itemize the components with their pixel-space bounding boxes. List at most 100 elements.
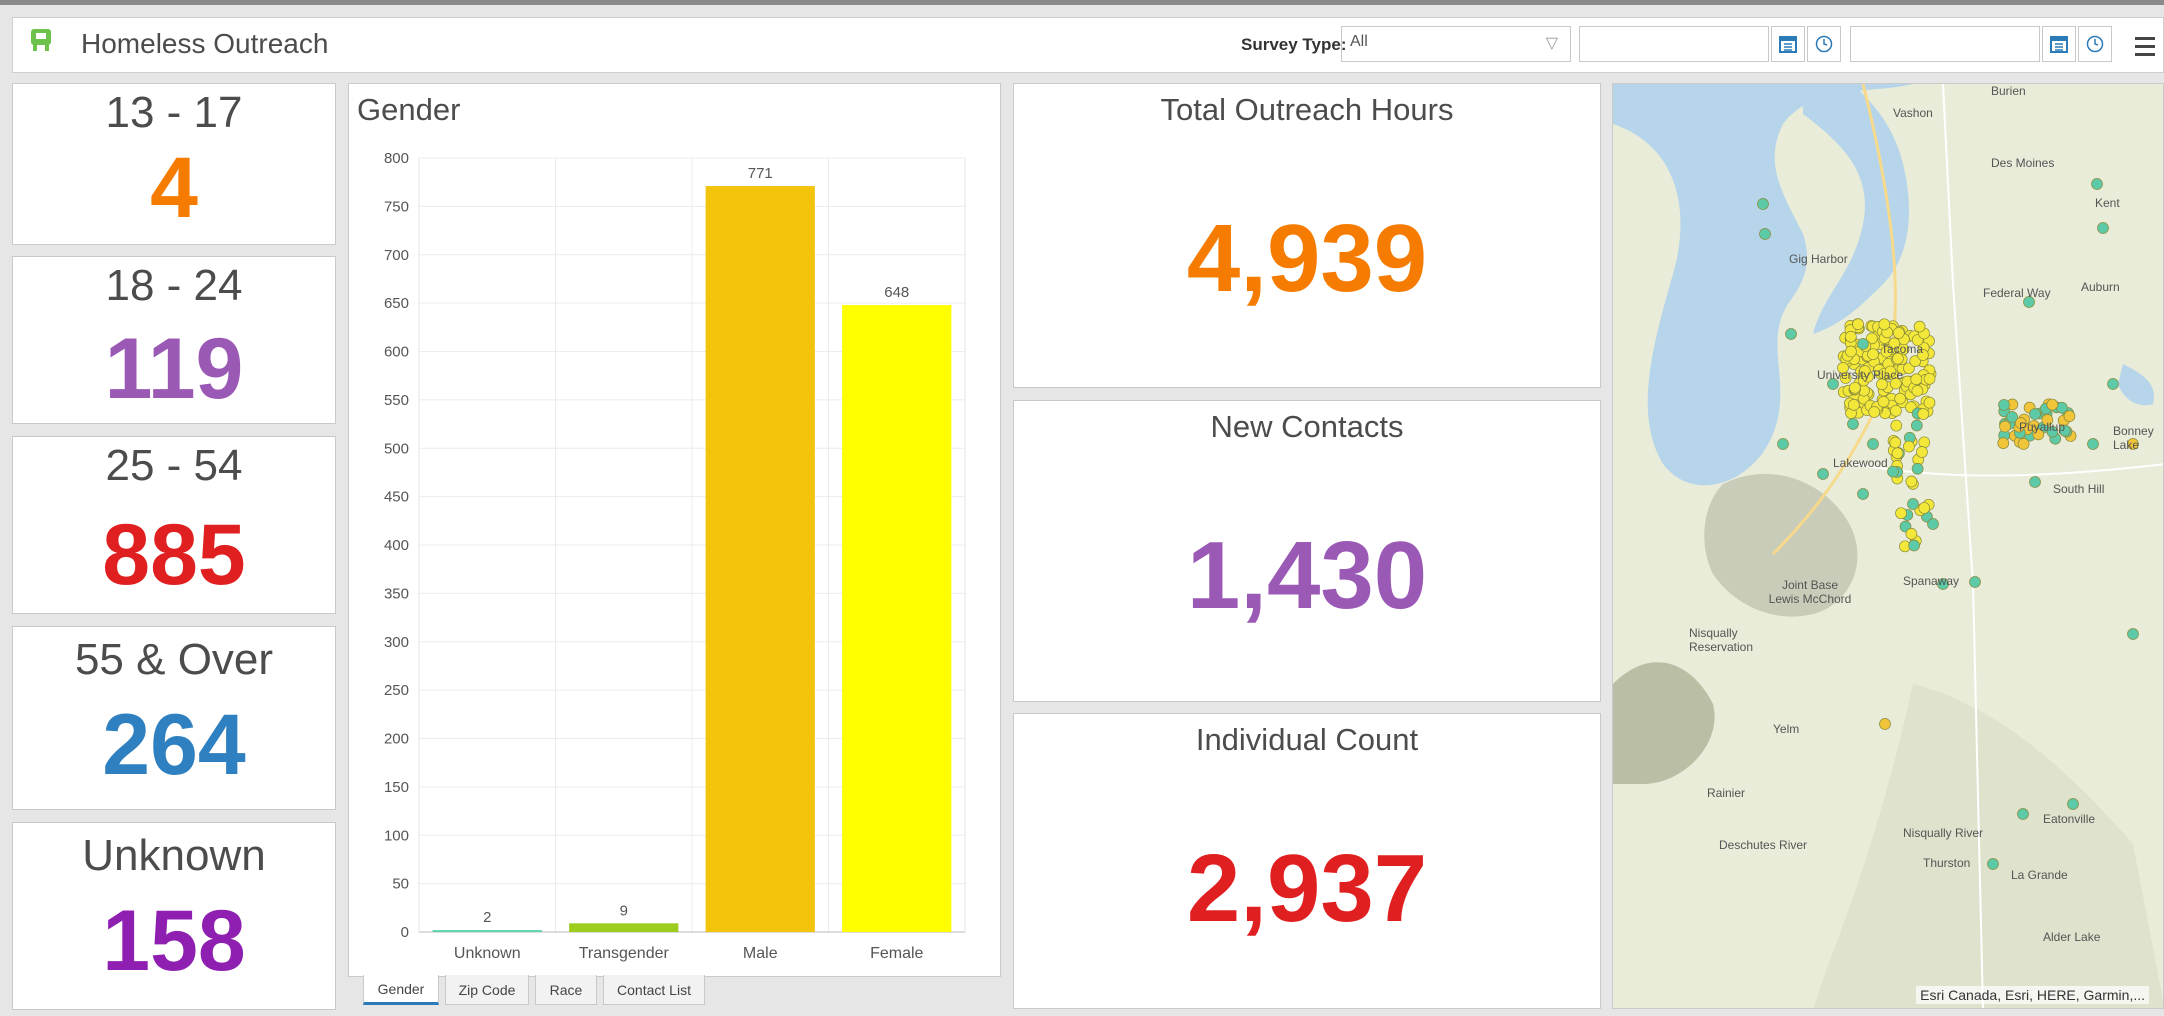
map-point-yellow[interactable] bbox=[1910, 373, 1923, 386]
map-point-yellow[interactable] bbox=[1844, 330, 1857, 343]
stat-label: New Contacts bbox=[1210, 409, 1404, 444]
map-point[interactable] bbox=[1895, 507, 1907, 520]
start-date-input[interactable] bbox=[1579, 26, 1769, 62]
end-date-input[interactable] bbox=[1850, 26, 2040, 62]
bar bbox=[569, 923, 679, 932]
outreach-map[interactable]: Burien Vashon Des Moines Kent Gig Harbor… bbox=[1612, 83, 2164, 1009]
map-point-teal[interactable] bbox=[2067, 798, 2079, 810]
map-point-yellow[interactable] bbox=[1923, 396, 1936, 409]
start-time-button[interactable] bbox=[1807, 26, 1841, 62]
map-point-yellow[interactable] bbox=[1911, 385, 1924, 397]
map-point[interactable] bbox=[1891, 447, 1904, 460]
map-basemap[interactable] bbox=[1613, 84, 2164, 1009]
y-tick-label: 750 bbox=[384, 198, 409, 215]
map-point[interactable] bbox=[2017, 438, 2030, 450]
map-point-teal[interactable] bbox=[2107, 378, 2119, 390]
map-point-yellow[interactable] bbox=[1890, 404, 1902, 417]
map-point-teal[interactable] bbox=[1907, 498, 1919, 510]
map-place-label: Lakewood bbox=[1833, 456, 1888, 470]
map-point[interactable] bbox=[1997, 437, 2010, 449]
tab-gender[interactable]: Gender bbox=[363, 975, 439, 1005]
map-point-teal[interactable] bbox=[1785, 328, 1797, 340]
map-place-label: Tacoma bbox=[1881, 342, 1924, 356]
map-point[interactable] bbox=[1918, 502, 1931, 514]
map-point[interactable] bbox=[1889, 436, 1902, 449]
age-indicator-unknown: Unknown 158 bbox=[12, 822, 336, 1010]
map-point-yellow[interactable] bbox=[1879, 718, 1891, 730]
end-calendar-button[interactable] bbox=[2042, 26, 2076, 62]
map-point-yellow[interactable] bbox=[1852, 318, 1864, 331]
map-point-teal[interactable] bbox=[2091, 178, 2103, 190]
age-label: 25 - 54 bbox=[105, 441, 243, 490]
map-point[interactable] bbox=[1890, 419, 1903, 432]
map-point-teal[interactable] bbox=[2127, 628, 2139, 640]
map-place-label: Eatonville bbox=[2043, 812, 2096, 826]
map-point[interactable] bbox=[1908, 539, 1920, 552]
map-point[interactable] bbox=[1887, 465, 1899, 478]
map-point-yellow[interactable] bbox=[1913, 320, 1926, 333]
map-point-yellow[interactable] bbox=[1877, 395, 1890, 408]
map-point[interactable] bbox=[1918, 436, 1931, 449]
stat-label: Total Outreach Hours bbox=[1160, 92, 1454, 127]
map-point-teal[interactable] bbox=[1847, 418, 1859, 430]
map-point-teal[interactable] bbox=[2097, 222, 2109, 234]
y-tick-label: 400 bbox=[384, 537, 409, 554]
tab-zip-code[interactable]: Zip Code bbox=[445, 975, 529, 1005]
map-point[interactable] bbox=[1916, 446, 1928, 458]
age-label: 55 & Over bbox=[74, 635, 274, 684]
map-point-yellow[interactable] bbox=[1868, 406, 1881, 418]
map-point[interactable] bbox=[1910, 419, 1923, 432]
map-point-yellow[interactable] bbox=[1892, 327, 1905, 339]
x-tick-label: Unknown bbox=[454, 945, 521, 962]
map-point[interactable] bbox=[2046, 398, 2059, 411]
menu-button[interactable] bbox=[2127, 28, 2163, 64]
map-point[interactable] bbox=[1917, 408, 1930, 420]
gender-chart-panel: Gender 0 50 100 150 200 250 300 350 400 450 500 550… bbox=[348, 83, 1001, 977]
map-point[interactable] bbox=[1905, 475, 1918, 488]
map-point[interactable] bbox=[1911, 462, 1924, 475]
map-point-teal[interactable] bbox=[1969, 576, 1981, 588]
end-time-button[interactable] bbox=[2078, 26, 2112, 62]
survey-type-select[interactable]: All ▽ bbox=[1341, 26, 1571, 62]
y-tick-label: 600 bbox=[384, 344, 409, 361]
map-point-teal[interactable] bbox=[2017, 808, 2029, 820]
tab-contact-list[interactable]: Contact List bbox=[603, 975, 705, 1005]
map-point-teal[interactable] bbox=[1857, 488, 1869, 500]
map-point-yellow[interactable] bbox=[1847, 399, 1860, 411]
x-tick-label: Male bbox=[743, 945, 778, 962]
map-point-teal[interactable] bbox=[1817, 468, 1829, 480]
map-point-teal[interactable] bbox=[2087, 438, 2099, 450]
bar-data-label: 648 bbox=[884, 284, 909, 301]
map-point-yellow[interactable] bbox=[1923, 372, 1936, 385]
map-point-teal[interactable] bbox=[1757, 198, 1769, 210]
map-point[interactable] bbox=[2063, 410, 2076, 422]
stat-value: 2,937 bbox=[1186, 835, 1428, 942]
map-point-teal[interactable] bbox=[1927, 518, 1939, 530]
map-point-teal[interactable] bbox=[1857, 338, 1869, 350]
individual-count-panel: Individual Count 2,937 bbox=[1013, 713, 1601, 1009]
map-point[interactable] bbox=[1998, 399, 2010, 411]
window-top-strip bbox=[0, 0, 2164, 5]
map-point-yellow[interactable] bbox=[1867, 348, 1879, 361]
tab-race[interactable]: Race bbox=[535, 975, 597, 1005]
map-point-yellow[interactable] bbox=[1849, 381, 1861, 394]
map-point[interactable] bbox=[1903, 440, 1915, 453]
map-point-teal[interactable] bbox=[1759, 228, 1771, 240]
map-point-yellow[interactable] bbox=[1894, 392, 1907, 405]
age-label: 13 - 17 bbox=[105, 88, 243, 137]
map-point[interactable] bbox=[1999, 420, 2011, 433]
map-point-teal[interactable] bbox=[1777, 438, 1789, 450]
map-point-yellow[interactable] bbox=[1845, 345, 1857, 358]
map-point-yellow[interactable] bbox=[1878, 318, 1891, 331]
age-value: 158 bbox=[102, 893, 246, 989]
map-point-teal[interactable] bbox=[1867, 438, 1879, 450]
map-point-teal[interactable] bbox=[2029, 408, 2041, 420]
map-point-teal[interactable] bbox=[1987, 858, 1999, 870]
map-point[interactable] bbox=[1905, 528, 1918, 540]
map-place-label: Joint Base Lewis McChord bbox=[1768, 578, 1852, 606]
map-point-teal[interactable] bbox=[2029, 476, 2041, 488]
map-point[interactable] bbox=[2006, 411, 2018, 423]
start-calendar-button[interactable] bbox=[1771, 26, 1805, 62]
map-place-label: South Hill bbox=[2053, 482, 2105, 496]
map-place-label: Des Moines bbox=[1991, 156, 2055, 170]
